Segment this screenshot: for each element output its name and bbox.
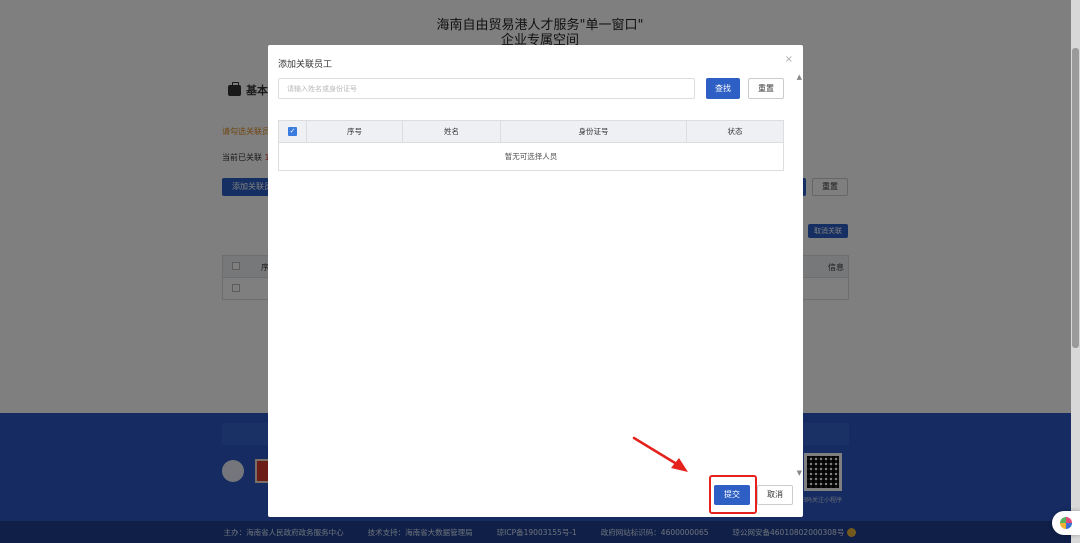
annotation-arrow-icon	[632, 436, 688, 472]
annotation-highlight-box	[709, 475, 757, 514]
